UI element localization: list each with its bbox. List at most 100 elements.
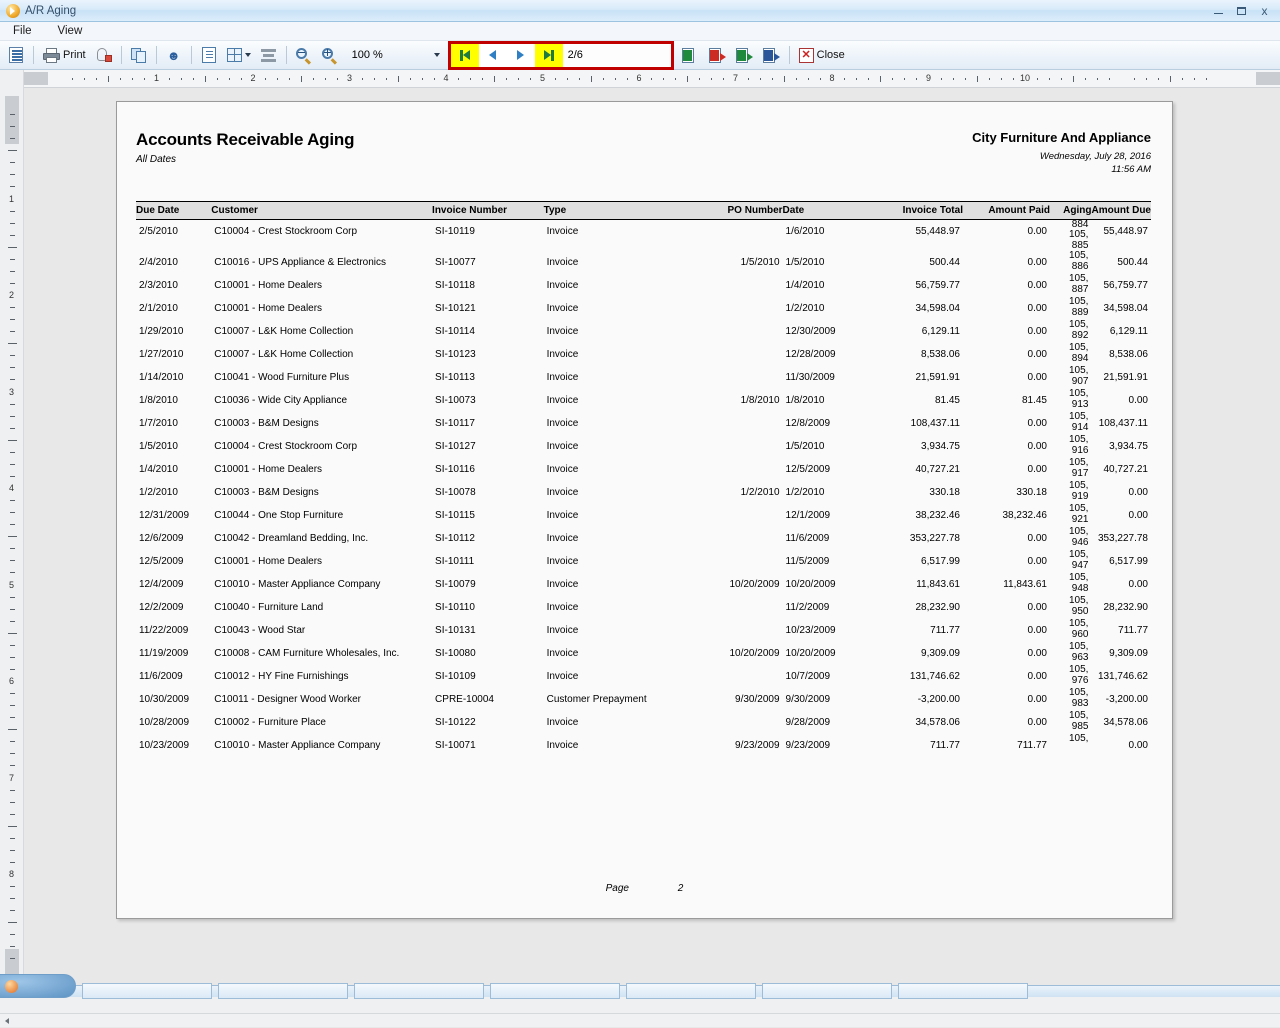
zoom-in-button[interactable] [318,43,342,67]
ruler-tick [880,76,882,82]
taskbar-item[interactable] [354,982,484,999]
export-word-button[interactable] [759,43,784,67]
company-name: City Furniture And Appliance [972,130,1151,145]
cell-type: Invoice [546,487,579,499]
cell-amount-paid: 0.00 [1027,648,1047,660]
cell-amount-due: 0.00 [1128,395,1148,407]
cell-aging: 105, 948 [1050,573,1091,596]
cell-due-date: 11/19/2009 [139,648,189,660]
report-header: Accounts Receivable Aging All Dates City… [136,130,1151,177]
report-canvas[interactable]: Accounts Receivable Aging All Dates City… [24,88,1280,991]
ruler-tick [759,78,761,80]
footer-page-number: 2 [677,883,684,894]
ruler-tick [566,78,568,80]
page-width-button[interactable] [257,43,281,67]
cell-po-number: 9/30/2009 [735,694,780,706]
taskbar-item[interactable] [218,982,348,999]
cell-po-number [702,274,783,297]
cell-po-number [702,366,783,389]
scroll-left-button[interactable] [0,1014,14,1028]
zoom-level-combobox[interactable]: 100 % [348,45,428,65]
column-header-amount-due[interactable]: Amount Due [1091,200,1151,220]
cell-date: 11/30/2009 [785,372,835,384]
ruler-tick [1157,78,1159,80]
ruler-tick [10,379,15,381]
ruler-corner-box[interactable] [0,70,24,88]
multi-page-button[interactable] [223,43,255,67]
cell-due-date: 1/27/2010 [139,349,184,361]
report-view-button[interactable] [4,43,28,67]
close-button[interactable]: ✕ Close [795,43,849,67]
cell-date: 11/2/2009 [785,602,830,614]
taskbar-item[interactable] [82,982,212,999]
next-page-button[interactable] [507,44,535,67]
cell-amount-paid: 0.00 [1027,602,1047,614]
print-preview-attach-button[interactable] [92,43,116,67]
ruler-tick [180,78,182,80]
horizontal-ruler[interactable]: 1 2 3 4 5 6 7 8 9 10 [24,70,1280,87]
zoom-out-button[interactable] [292,43,316,67]
export-excel-data-button[interactable] [678,43,703,67]
cell-type: Invoice [546,280,579,292]
column-header-customer[interactable]: Customer [211,200,433,220]
ruler-tick [1097,78,1099,80]
cell-amount-due: 9,309.09 [1109,648,1148,660]
column-header-invoice-number[interactable]: Invoice Number [432,200,544,220]
cell-customer: C10008 - CAM Furniture Wholesales, Inc. [214,648,400,660]
aging-line-3: 983 [1071,697,1089,709]
cell-customer: C10004 - Crest Stockroom Corp [214,225,358,237]
cell-invoice-number: SI-10127 [435,441,476,453]
column-header-po-number[interactable]: PO Number [701,200,783,220]
horizontal-scrollbar[interactable] [0,1013,1280,1027]
column-header-due-date[interactable]: Due Date [136,200,212,220]
column-header-amount-paid[interactable]: Amount Paid [962,200,1050,220]
ruler-tick [771,78,773,80]
ruler-tick [1037,78,1039,80]
start-button[interactable] [0,973,76,998]
taskbar-item[interactable] [762,982,892,999]
cell-customer: C10001 - Home Dealers [214,464,323,476]
print-button[interactable]: Print [39,43,90,67]
taskbar-item[interactable] [626,982,756,999]
ruler-number: 8 [9,869,15,879]
last-page-button[interactable] [534,43,563,67]
ruler-tick [602,78,604,80]
export-excel-button[interactable] [732,43,757,67]
excel-grid-icon [681,47,699,63]
column-header-date[interactable]: Date [782,200,860,220]
vertical-ruler[interactable]: 1 2 3 4 5 6 7 8 [0,88,24,991]
single-page-button[interactable] [197,43,221,67]
cell-invoice-number: SI-10122 [435,717,476,729]
close-window-button[interactable]: x [1254,3,1275,19]
cell-amount-paid: 11,843.61 [1003,579,1047,591]
cell-invoice-number: SI-10078 [435,487,476,499]
column-header-type[interactable]: Type [543,200,702,220]
ruler-tick [10,319,15,321]
previous-page-button[interactable] [479,44,507,67]
taskbar-item[interactable] [490,982,620,999]
maximize-button[interactable] [1231,3,1252,19]
table-row: 2/5/2010 C10004 - Crest Stockroom Corp SI-… [136,219,1151,251]
first-page-button[interactable] [450,43,479,67]
cell-due-date: 1/5/2010 [139,441,178,453]
zoom-dropdown-arrow[interactable] [430,45,444,65]
minimize-button[interactable] [1208,3,1229,19]
export-pdf-button[interactable] [705,43,730,67]
menu-item-file[interactable]: File [8,24,37,38]
ruler-number: 7 [732,73,739,83]
ruler-tick [10,717,15,719]
cell-invoice-total: 108,437.11 [910,418,960,430]
printer-icon [43,47,60,63]
column-header-invoice-total[interactable]: Invoice Total [859,200,963,220]
cell-aging: 105, [1050,734,1091,757]
menu-item-view[interactable]: View [53,24,88,38]
column-header-aging[interactable]: Aging [1049,200,1092,220]
cell-due-date: 1/7/2010 [139,418,178,430]
cell-invoice-total: 500.44 [929,257,960,269]
toolbar-separator [120,46,122,64]
ruler-tick [204,76,206,82]
find-button[interactable]: ☻ [162,43,186,67]
taskbar-item[interactable] [898,982,1028,999]
copy-button[interactable] [127,43,151,67]
page-indicator-field[interactable]: 2/6 [562,44,671,66]
